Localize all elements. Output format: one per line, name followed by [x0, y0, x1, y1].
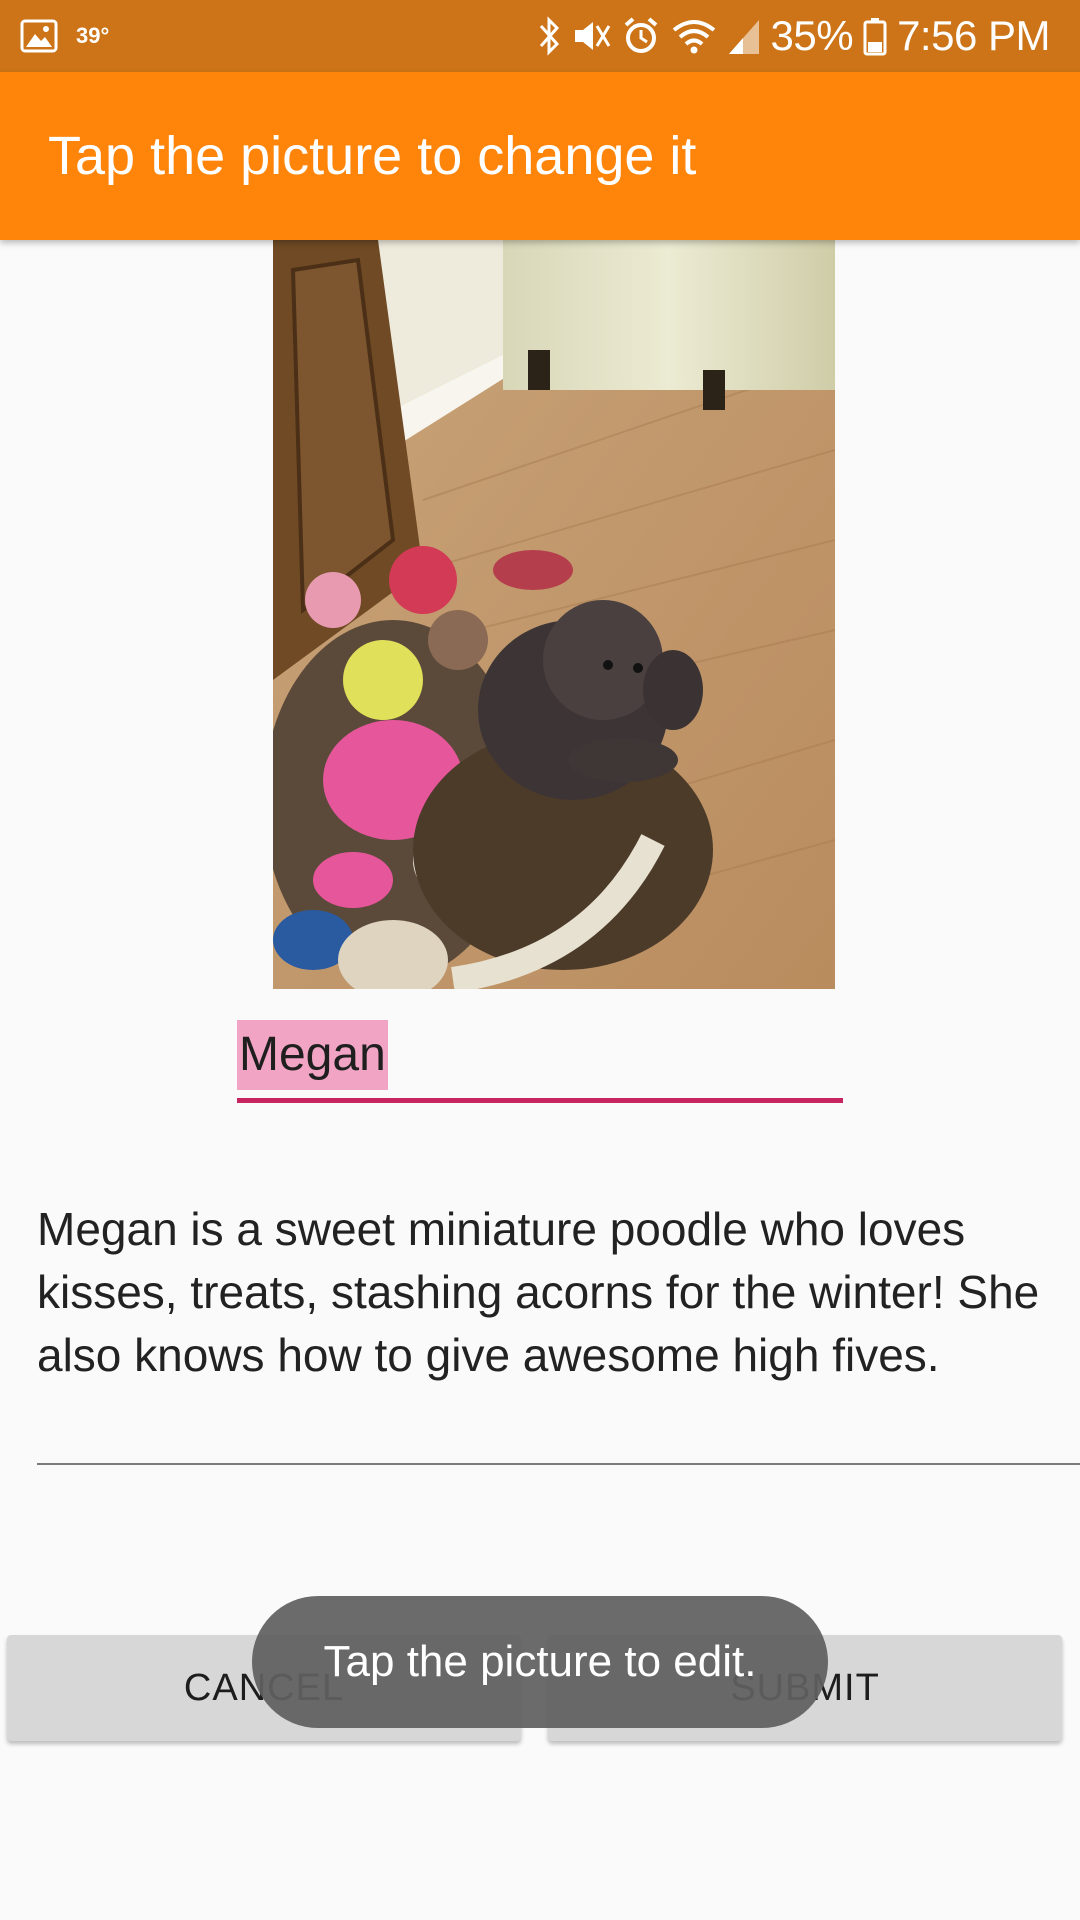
pet-photo[interactable] [273, 240, 835, 989]
app-toolbar: Tap the picture to change it [0, 72, 1080, 240]
alarm-icon [621, 16, 661, 56]
pet-name-underline [237, 1098, 843, 1103]
bluetooth-icon [537, 16, 561, 56]
status-bar: 39° 35% 7:56 PM [0, 0, 1080, 72]
status-left: 39° [20, 0, 109, 72]
toast-message: Tap the picture to edit. [252, 1596, 828, 1728]
pet-description-field[interactable]: Megan is a sweet miniature poodle who lo… [37, 1198, 1080, 1468]
pet-description-input[interactable]: Megan is a sweet miniature poodle who lo… [37, 1198, 1080, 1387]
signal-icon [727, 16, 761, 56]
battery-icon [863, 16, 887, 56]
pet-name-input[interactable]: Megan [237, 1020, 388, 1090]
temperature: 39° [76, 23, 110, 48]
vibrate-icon [571, 16, 611, 56]
clock: 7:56 PM [897, 12, 1050, 59]
pet-name-field[interactable]: Megan [237, 1018, 843, 1104]
wifi-icon [671, 16, 717, 56]
pet-description-underline [37, 1463, 1080, 1465]
gallery-icon [20, 19, 58, 53]
page-title: Tap the picture to change it [48, 126, 697, 186]
battery-percent: 35% [770, 12, 854, 59]
status-right: 35% 7:56 PM [537, 0, 1050, 72]
